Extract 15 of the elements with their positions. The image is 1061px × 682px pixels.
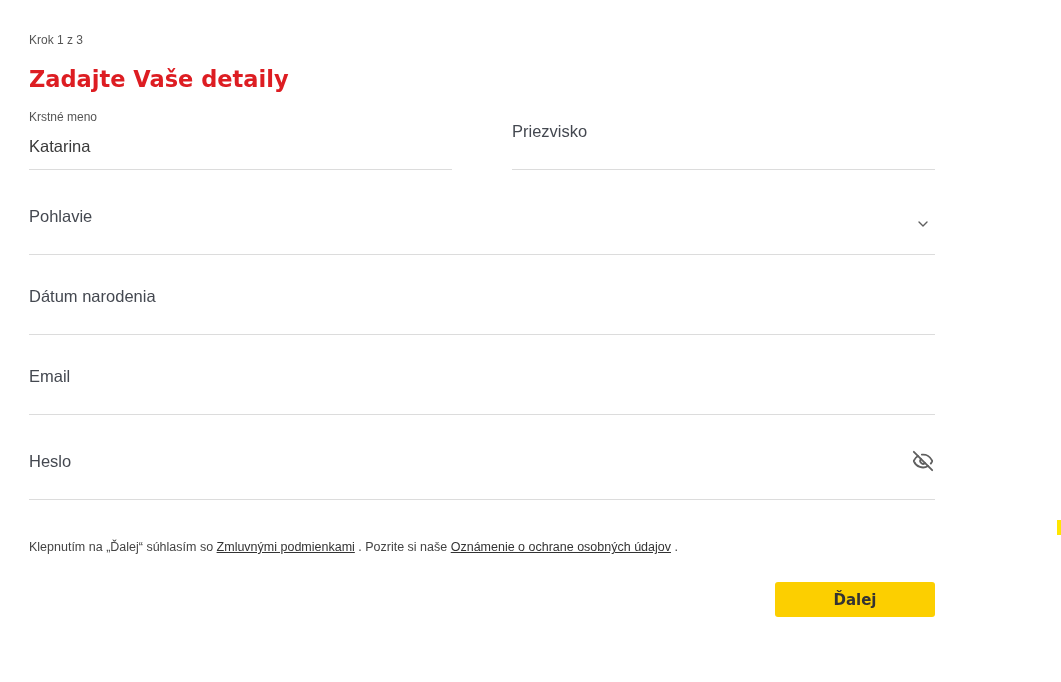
text-field[interactable]: Email [29,366,935,386]
inline-link[interactable]: Oznámenie o ochrane osobných údajov [450,540,671,554]
edge-tab-icon [1057,520,1061,535]
consent-text: Klepnutím na „Ďalej“ súhlasím so Zmluvnými podmienkami . Pozrite si naše Oznámenie o ochrane osobných údajov . [29,539,678,555]
password-field[interactable]: Heslo [29,451,912,471]
inline-link[interactable]: Zmluvnými podmienkami [216,540,355,554]
text-field[interactable]: Dátum narodenia [29,286,935,306]
text-field[interactable]: Katarina [29,136,452,156]
field-label: Krstné meno [29,110,98,124]
text-field[interactable]: Priezvisko [512,121,935,141]
page-title: Zadajte Vaše detaily [29,65,289,94]
step-indicator: Krok 1 z 3 [29,33,84,47]
eye-off-icon[interactable] [912,450,934,472]
select-field[interactable]: Pohlavie [29,206,915,226]
next-button[interactable]: Ďalej [775,582,935,617]
